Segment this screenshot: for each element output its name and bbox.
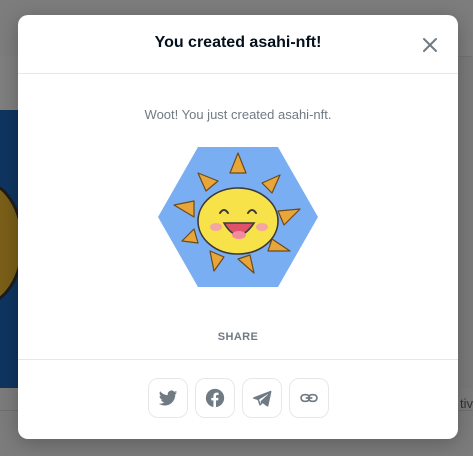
modal-header: You created asahi-nft! bbox=[18, 15, 458, 74]
share-buttons bbox=[148, 378, 329, 418]
nft-image bbox=[158, 147, 318, 287]
background-partial-text: tiv bbox=[460, 396, 473, 411]
background-image bbox=[0, 110, 18, 388]
creation-success-modal: You created asahi-nft! Woot! You just cr… bbox=[18, 15, 458, 439]
share-twitter-button[interactable] bbox=[148, 378, 188, 418]
modal-title: You created asahi-nft! bbox=[154, 34, 322, 51]
facebook-icon bbox=[205, 388, 225, 408]
telegram-icon bbox=[252, 390, 272, 407]
share-divider bbox=[18, 359, 458, 360]
success-message: Woot! You just created asahi-nft. bbox=[144, 107, 332, 122]
share-facebook-button[interactable] bbox=[195, 378, 235, 418]
background-strip bbox=[0, 56, 18, 110]
close-button[interactable] bbox=[420, 35, 440, 55]
link-icon bbox=[300, 393, 318, 403]
twitter-icon bbox=[158, 390, 178, 406]
copy-link-button[interactable] bbox=[289, 378, 329, 418]
close-icon bbox=[423, 38, 437, 52]
share-label: SHARE bbox=[217, 331, 259, 343]
share-telegram-button[interactable] bbox=[242, 378, 282, 418]
